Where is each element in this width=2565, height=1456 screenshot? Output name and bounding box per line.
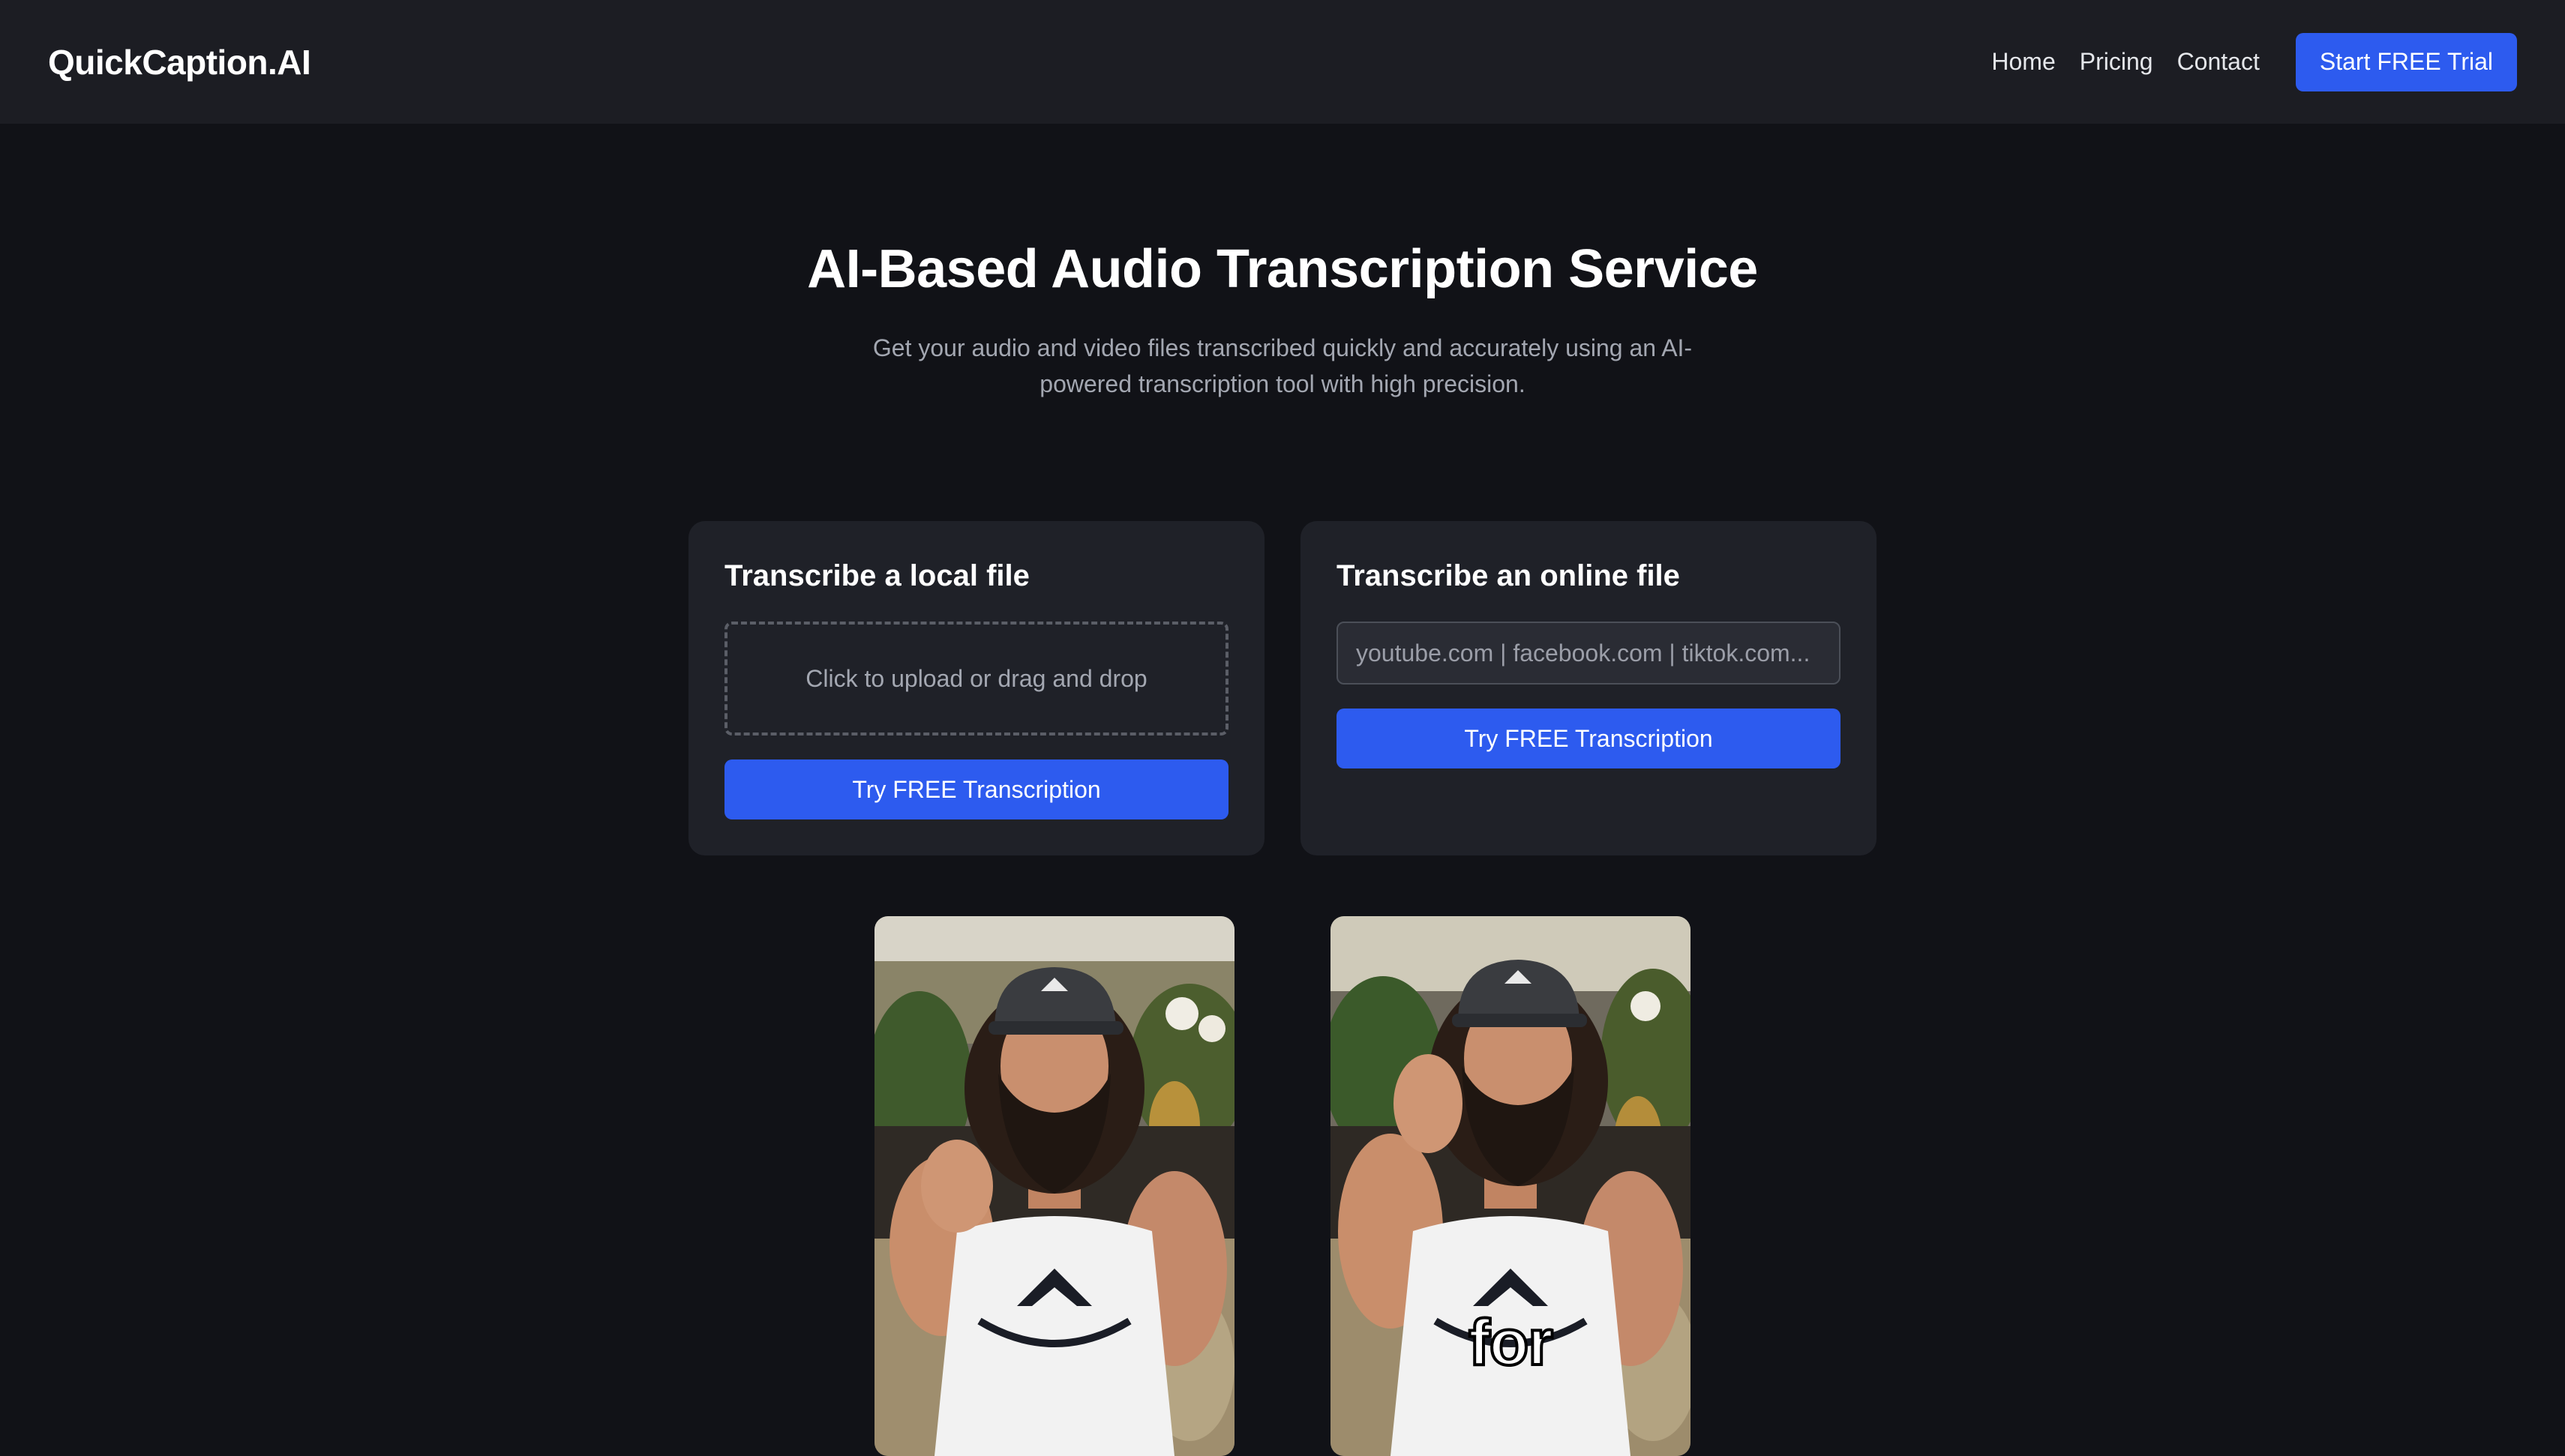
online-file-card: Transcribe an online file Try FREE Trans… [1300, 521, 1876, 855]
person-video-thumbnail-icon [874, 916, 1234, 1456]
dropzone-label: Click to upload or drag and drop [806, 664, 1148, 692]
video-preview-left[interactable] [874, 916, 1234, 1456]
logo[interactable]: QuickCaption.AI [48, 42, 311, 82]
local-file-card-title: Transcribe a local file [724, 559, 1030, 592]
online-file-card-title: Transcribe an online file [1336, 559, 1680, 592]
try-free-transcription-online-button[interactable]: Try FREE Transcription [1336, 709, 1840, 768]
nav-contact[interactable]: Contact [2177, 48, 2260, 76]
local-file-card: Transcribe a local file Click to upload … [688, 521, 1264, 855]
file-dropzone[interactable]: Click to upload or drag and drop [724, 622, 1228, 735]
nav-home[interactable]: Home [1991, 48, 2055, 76]
main-nav: Home Pricing Contact Start FREE Trial [1967, 32, 2517, 91]
start-free-trial-button[interactable]: Start FREE Trial [2295, 32, 2517, 91]
page-subtitle: Get your audio and video files transcrib… [872, 334, 1693, 397]
video-caption-right: for [1467, 1305, 1555, 1380]
nav-pricing[interactable]: Pricing [2080, 48, 2153, 76]
site-header: QuickCaption.AI Home Pricing Contact Sta… [0, 0, 2565, 124]
url-input[interactable] [1336, 622, 1840, 685]
try-free-transcription-local-button[interactable]: Try FREE Transcription [724, 759, 1228, 819]
page-title: AI-Based Audio Transcription Service [807, 239, 1758, 299]
video-preview-right[interactable]: for [1330, 916, 1690, 1456]
